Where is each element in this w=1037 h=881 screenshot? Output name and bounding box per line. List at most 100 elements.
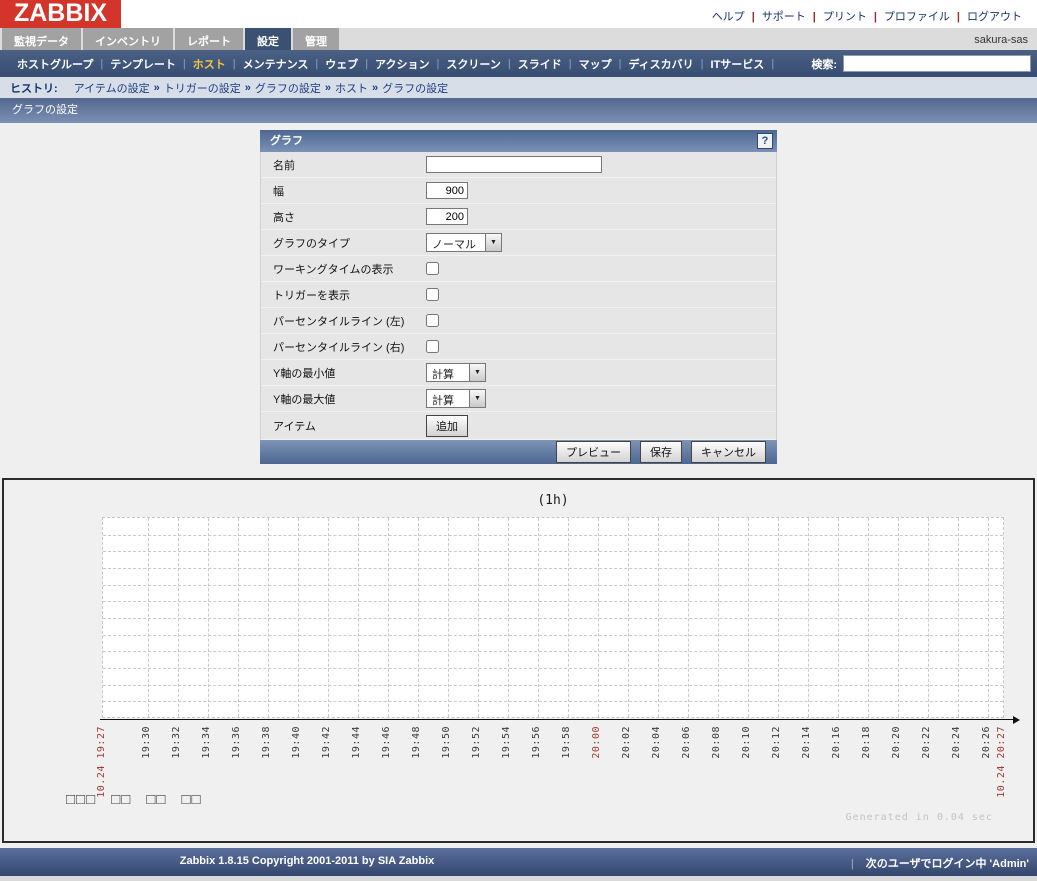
profile-link[interactable]: プロファイル xyxy=(884,11,950,23)
submenu-it-services[interactable]: ITサービス xyxy=(711,56,765,72)
add-item-button[interactable]: 追加 xyxy=(426,415,468,437)
preview-button[interactable]: プレビュー xyxy=(556,441,631,463)
chart-title: (1h) xyxy=(102,493,1004,508)
breadcrumb-item-graphs[interactable]: グラフの設定 xyxy=(255,80,321,96)
x-tick-label: 20:16 xyxy=(831,726,842,759)
tab-administration[interactable]: 管理 xyxy=(293,28,339,50)
search-area: 検索: xyxy=(811,50,1031,77)
breadcrumb-item-triggers[interactable]: トリガーの設定 xyxy=(164,80,241,96)
x-tick-label: 19:52 xyxy=(471,726,482,759)
chevron-down-icon: ▼ xyxy=(485,234,501,251)
support-link[interactable]: サポート xyxy=(762,11,806,23)
yaxis-max-select[interactable]: 計算 ▼ xyxy=(426,389,486,408)
x-tick-label: 20:26 xyxy=(981,726,992,759)
working-time-checkbox[interactable] xyxy=(426,262,439,275)
form-row-graph-type: グラフのタイプ ノーマル ▼ xyxy=(261,230,776,256)
tab-reports[interactable]: レポート xyxy=(175,28,243,50)
x-tick-label: 20:10 xyxy=(741,726,752,759)
x-tick-label: 10.24 20:27 xyxy=(996,726,1007,798)
chart-legend: □□□□□□□□□ xyxy=(66,791,202,808)
form-row-width: 幅 xyxy=(261,178,776,204)
cancel-button[interactable]: キャンセル xyxy=(691,441,766,463)
save-button[interactable]: 保存 xyxy=(640,441,682,463)
h-gridline xyxy=(103,685,1003,686)
tab-inventory[interactable]: インベントリ xyxy=(83,28,173,50)
form-footer: プレビュー 保存 キャンセル xyxy=(260,440,777,464)
submenu-separator: | xyxy=(619,58,622,70)
history-breadcrumb: ヒストリ: アイテムの設定» トリガーの設定» グラフの設定» ホスト» グラフ… xyxy=(0,77,1037,98)
submenu-maintenance[interactable]: メンテナンス xyxy=(243,56,309,72)
x-tick-label: 20:08 xyxy=(711,726,722,759)
graph-type-select[interactable]: ノーマル ▼ xyxy=(426,233,502,252)
generated-in-label: Generated in 0.04 sec xyxy=(846,812,993,823)
show-triggers-checkbox[interactable] xyxy=(426,288,439,301)
graph-preview: (1h) 10.24 19:2719:3019:3219:3419:3619:3… xyxy=(2,478,1035,843)
x-tick-label: 20:20 xyxy=(891,726,902,759)
h-gridline xyxy=(103,535,1003,536)
breadcrumb-separator: » xyxy=(154,82,160,94)
x-tick-label: 19:44 xyxy=(351,726,362,759)
x-tick-label: 19:50 xyxy=(441,726,452,759)
legend-placeholder-boxes: □□ xyxy=(181,791,201,808)
submenu-templates[interactable]: テンプレート xyxy=(110,56,176,72)
h-gridline xyxy=(103,651,1003,652)
help-link[interactable]: ヘルプ xyxy=(712,11,745,23)
submenu-screens[interactable]: スクリーン xyxy=(446,56,500,72)
breadcrumb-item-hosts[interactable]: ホスト xyxy=(335,80,368,96)
breadcrumb-item-items[interactable]: アイテムの設定 xyxy=(74,80,150,96)
link-separator: | xyxy=(957,11,960,23)
h-gridline xyxy=(103,701,1003,702)
form-row-height: 高さ xyxy=(261,204,776,230)
submenu-separator: | xyxy=(315,58,318,70)
x-tick-label: 20:00 xyxy=(591,726,602,759)
x-tick-label: 19:32 xyxy=(171,726,182,759)
x-tick-label: 20:12 xyxy=(771,726,782,759)
submenu-host-groups[interactable]: ホストグループ xyxy=(17,56,93,72)
x-tick-label: 19:48 xyxy=(411,726,422,759)
height-field[interactable] xyxy=(426,208,468,225)
submenu-web[interactable]: ウェブ xyxy=(325,56,358,72)
print-link[interactable]: プリント xyxy=(823,11,867,23)
submenu-hosts[interactable]: ホスト xyxy=(193,56,226,72)
percentile-right-checkbox[interactable] xyxy=(426,340,439,353)
yaxis-max-label: Y軸の最大値 xyxy=(261,391,426,407)
submenu-actions[interactable]: アクション xyxy=(375,56,429,72)
h-gridline xyxy=(103,568,1003,569)
x-tick-label: 19:56 xyxy=(531,726,542,759)
top-links: ヘルプ|サポート|プリント|プロファイル|ログアウト xyxy=(705,8,1029,24)
submenu-discovery[interactable]: ディスカバリ xyxy=(628,56,693,72)
x-tick-label: 19:34 xyxy=(201,726,212,759)
tab-configuration[interactable]: 設定 xyxy=(245,28,291,50)
width-field[interactable] xyxy=(426,182,468,199)
form-row-items: アイテム 追加 xyxy=(261,412,776,440)
percentile-left-label: パーセンタイルライン (左) xyxy=(261,313,426,329)
submenu-maps[interactable]: マップ xyxy=(579,56,612,72)
name-field[interactable] xyxy=(426,156,602,173)
login-status-link[interactable]: |次のユーザでログイン中 'Admin' xyxy=(851,855,1029,871)
x-tick-label: 19:58 xyxy=(561,726,572,759)
x-tick-label: 19:38 xyxy=(261,726,272,759)
submenu-slides[interactable]: スライド xyxy=(518,56,562,72)
legend-placeholder-boxes: □□□ xyxy=(66,791,96,808)
h-gridline xyxy=(103,635,1003,636)
sub-menu-bar: ホストグループ| テンプレート| ホスト| メンテナンス| ウェブ| アクション… xyxy=(0,50,1037,77)
tab-monitoring[interactable]: 監視データ xyxy=(2,28,81,50)
axis-arrow-icon xyxy=(1013,716,1020,724)
zabbix-logo[interactable]: ZABBIX xyxy=(0,0,121,28)
percentile-left-checkbox[interactable] xyxy=(426,314,439,327)
content-area: グラフ ? 名前 幅 高さ グラフのタイプ ノーマル ▼ xyxy=(0,123,1037,478)
help-icon[interactable]: ? xyxy=(757,133,773,149)
logout-link[interactable]: ログアウト xyxy=(967,11,1022,23)
submenu-separator: | xyxy=(569,58,572,70)
x-tick-label: 20:06 xyxy=(681,726,692,759)
breadcrumb-item-graphs-2[interactable]: グラフの設定 xyxy=(382,80,448,96)
percentile-right-label: パーセンタイルライン (右) xyxy=(261,339,426,355)
name-label: 名前 xyxy=(261,157,426,173)
height-label: 高さ xyxy=(261,209,426,225)
yaxis-min-select[interactable]: 計算 ▼ xyxy=(426,363,486,382)
search-input[interactable] xyxy=(843,55,1031,72)
breadcrumb-separator: » xyxy=(245,82,251,94)
form-row-yaxis-max: Y軸の最大値 計算 ▼ xyxy=(261,386,776,412)
form-header: グラフ ? xyxy=(260,130,777,152)
page-title: グラフの設定 xyxy=(0,98,1037,123)
